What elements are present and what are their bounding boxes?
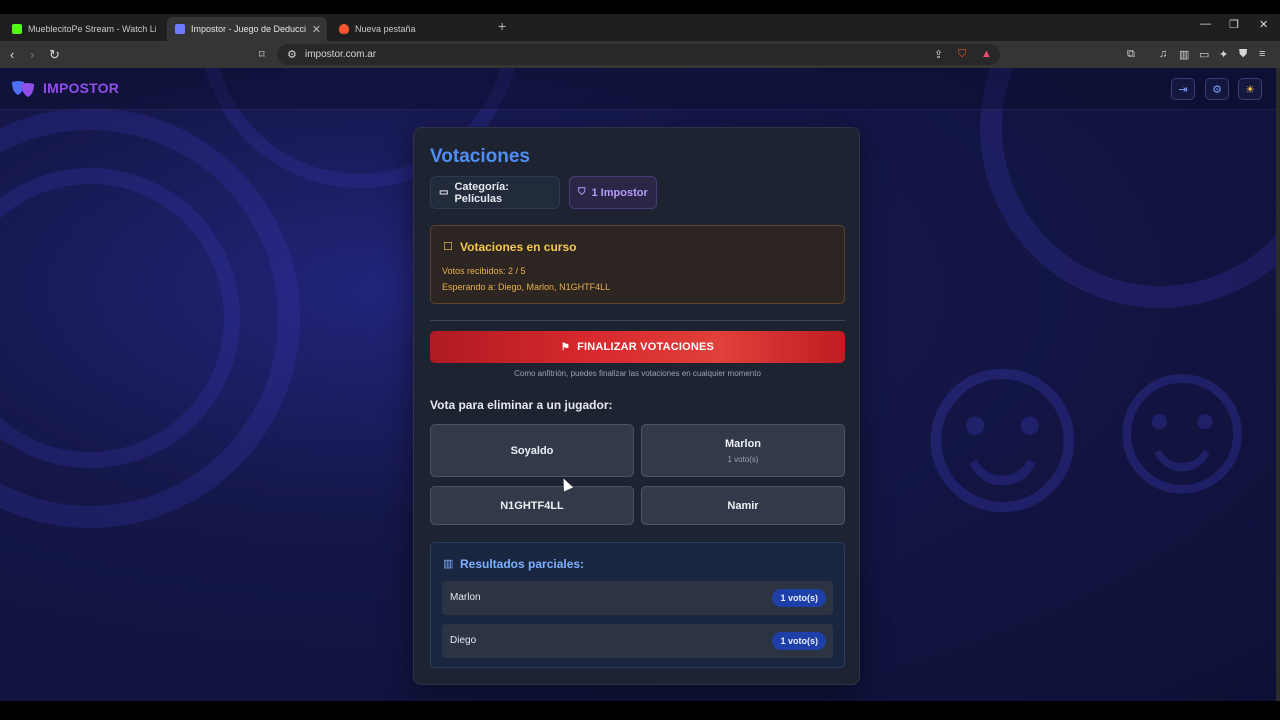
site-info-icon[interactable]: ⚙ xyxy=(287,48,297,61)
sun-icon: ☀ xyxy=(1245,83,1255,96)
address-bar[interactable] xyxy=(277,44,1000,65)
browser-toolbar: ‹ › ↻ ⌑ ⚙ impostor.com.ar ⇪ ⛉ ▲ ⧉ ♫ ▥ ▭ … xyxy=(0,41,1280,68)
result-row: Marlon 1 voto(s) xyxy=(442,581,833,615)
result-player-name: Marlon xyxy=(450,592,481,603)
page-viewport: ☺ ☺ IMPOSTOR ⇥ ⚙ ☀ Votaciones ▭ Categorí… xyxy=(0,68,1280,701)
folder-icon: ▭ xyxy=(439,187,449,198)
brave-rewards-icon[interactable]: ▲ xyxy=(981,48,992,60)
tab-mueblecitope[interactable]: MueblecitoPe Stream - Watch Live on xyxy=(4,17,164,41)
vote-player-n1ghtf4ll-button[interactable]: N1GHTF4LL xyxy=(430,486,634,525)
vote-player-marlon-button[interactable]: Marlon 1 voto(s) xyxy=(641,424,845,477)
tab-label: Impostor - Juego de Deducción xyxy=(191,24,306,34)
result-row: Diego 1 voto(s) xyxy=(442,624,833,658)
settings-button[interactable]: ⚙ xyxy=(1205,78,1229,100)
leo-ai-icon[interactable]: ✦ xyxy=(1219,48,1228,61)
ballot-box-icon: ☐ xyxy=(443,241,453,253)
host-hint-text: Como anfitrión, puedes finalizar las vot… xyxy=(514,369,761,378)
vote-player-soyaldo-button[interactable]: Soyaldo xyxy=(430,424,634,477)
flag-icon: ⚑ xyxy=(560,341,571,353)
player-name: N1GHTF4LL xyxy=(500,499,564,512)
maximize-icon[interactable]: ❐ xyxy=(1229,18,1239,31)
brave-favicon-icon xyxy=(339,24,349,34)
screen-bottom-strip xyxy=(0,701,1280,720)
votes-received-text: Votos recibidos: 2 / 5 xyxy=(442,266,526,276)
gear-icon: ⚙ xyxy=(1212,83,1222,96)
reload-icon[interactable]: ↻ xyxy=(49,47,60,63)
url-text[interactable]: impostor.com.ar xyxy=(305,49,376,60)
wallet-icon[interactable]: ▭ xyxy=(1199,48,1209,61)
vote-player-namir-button[interactable]: Namir xyxy=(641,486,845,525)
screen-top-strip xyxy=(0,0,1280,14)
impostor-count-chip: ⛉ 1 Impostor xyxy=(569,176,657,209)
voting-card: Votaciones ▭ Categoría: Películas ⛉ 1 Im… xyxy=(413,127,860,685)
close-window-icon[interactable]: ✕ xyxy=(1259,18,1268,31)
vote-count-badge: 1 voto(s) xyxy=(772,589,826,607)
finalize-voting-label: FINALIZAR VOTACIONES xyxy=(577,341,715,353)
player-name: Marlon xyxy=(724,437,762,450)
app-header: IMPOSTOR ⇥ ⚙ ☀ xyxy=(0,68,1280,110)
back-icon[interactable]: ‹ xyxy=(10,47,14,62)
tab-label: Nueva pestaña xyxy=(355,24,416,34)
kick-favicon-icon xyxy=(12,24,22,34)
share-icon[interactable]: ⇪ xyxy=(934,48,943,61)
vpn-icon[interactable]: ⛊ xyxy=(1239,48,1247,61)
voting-status-panel: ☐ Votaciones en curso Votos recibidos: 2… xyxy=(430,225,845,304)
app-logo-text[interactable]: IMPOSTOR xyxy=(43,80,119,96)
tab-impostor[interactable]: Impostor - Juego de Deducción ✕ xyxy=(167,17,327,41)
tab-strip: MueblecitoPe Stream - Watch Live on Impo… xyxy=(0,14,1280,41)
vote-count-badge: 1 voto(s) xyxy=(772,632,826,650)
theater-mask-icon: ☺ xyxy=(1080,311,1280,534)
vote-prompt: Vota para eliminar a un jugador: xyxy=(430,398,613,412)
divider xyxy=(430,320,845,321)
sidebar-icon[interactable]: ▥ xyxy=(1179,48,1189,61)
theater-masks-logo-icon xyxy=(12,81,34,97)
page-scrollbar[interactable] xyxy=(1276,68,1280,701)
player-name: Soyaldo xyxy=(510,444,554,457)
finalize-voting-button[interactable]: ⚑ FINALIZAR VOTACIONES xyxy=(430,331,845,363)
result-player-name: Diego xyxy=(450,635,477,646)
close-tab-icon[interactable]: ✕ xyxy=(312,23,321,36)
partial-results-panel: ▥ Resultados parciales: Marlon 1 voto(s)… xyxy=(430,542,845,668)
impostor-favicon-icon xyxy=(175,24,185,34)
page-title: Votaciones xyxy=(430,146,530,167)
menu-icon[interactable]: ≡ xyxy=(1259,48,1265,60)
screenshot-icon[interactable]: ⧉ xyxy=(1127,48,1135,61)
bookmark-icon[interactable]: ⌑ xyxy=(259,48,265,61)
shield-icon: ⛉ xyxy=(578,187,586,198)
brave-shields-icon[interactable]: ⛉ xyxy=(958,48,966,61)
player-vote-count: 1 voto(s) xyxy=(727,454,759,464)
forward-icon[interactable]: › xyxy=(30,47,34,62)
media-icon[interactable]: ♫ xyxy=(1159,48,1167,60)
minimize-icon[interactable]: — xyxy=(1200,18,1211,30)
results-title: Resultados parciales: xyxy=(460,557,585,571)
theme-toggle-button[interactable]: ☀ xyxy=(1238,78,1262,100)
tab-nueva-pestana[interactable]: Nueva pestaña xyxy=(331,17,491,41)
category-chip: ▭ Categoría: Películas xyxy=(430,176,560,209)
category-label: Categoría: Películas xyxy=(454,180,509,205)
impostor-count-label: 1 Impostor xyxy=(591,186,648,199)
status-title: Votaciones en curso xyxy=(460,240,577,254)
tab-label: MueblecitoPe Stream - Watch Live on xyxy=(28,24,156,34)
bar-chart-icon: ▥ xyxy=(443,558,454,570)
logout-button[interactable]: ⇥ xyxy=(1171,78,1195,100)
player-name: Namir xyxy=(727,499,759,512)
waiting-for-text: Esperando a: Diego, Marlon, N1GHTF4LL xyxy=(442,282,611,292)
new-tab-icon[interactable]: + xyxy=(498,18,506,34)
logout-icon: ⇥ xyxy=(1178,83,1188,96)
